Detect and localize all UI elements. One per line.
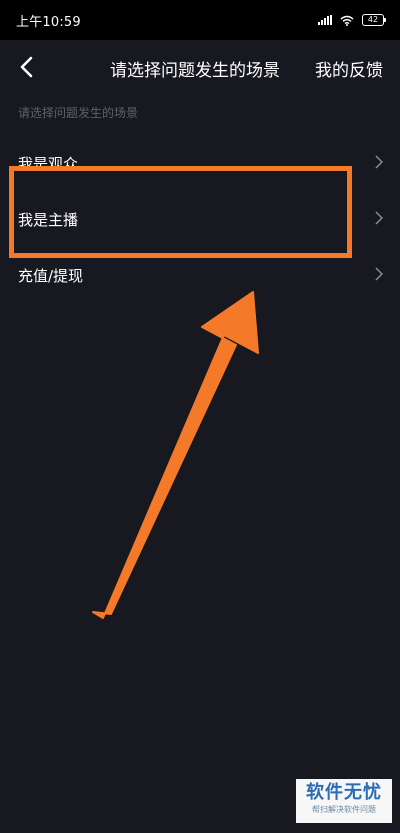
chevron-right-icon [374, 155, 384, 169]
back-button[interactable] [12, 52, 42, 82]
battery-icon: 42 [362, 14, 386, 26]
my-feedback-button[interactable]: 我的反馈 [315, 56, 383, 81]
wifi-icon [340, 15, 354, 26]
watermark-subtitle: 帮扫解决软件问题 [312, 805, 376, 814]
menu-item-audience[interactable]: 我是观众 [0, 135, 400, 191]
menu-item-label: 我是观众 [18, 155, 79, 173]
section-header: 请选择问题发生的场景 [18, 106, 139, 120]
status-icons: 42 [318, 11, 386, 29]
nav-bar: 请选择问题发生的场景 我的反馈 [0, 40, 400, 96]
watermark-title: 软件无忧 [306, 782, 382, 803]
page-title: 请选择问题发生的场景 [110, 61, 280, 81]
menu-item-recharge-withdraw[interactable]: 充值/提现 [0, 247, 400, 303]
menu-item-streamer[interactable]: 我是主播 [0, 191, 400, 247]
menu-item-label: 我是主播 [18, 211, 79, 229]
chevron-right-icon [374, 211, 384, 225]
status-time: 上午10:59 [16, 15, 81, 30]
chevron-right-icon [374, 267, 384, 281]
annotation-arrow [92, 291, 259, 619]
menu-item-label: 充值/提现 [18, 267, 84, 285]
signal-icon [318, 15, 332, 25]
status-bar: 上午10:59 42 [0, 0, 400, 40]
watermark: 软件无忧 帮扫解决软件问题 [296, 779, 392, 823]
scene-menu-list: 我是观众 我是主播 充值/提现 [0, 135, 400, 303]
chevron-left-icon [20, 56, 33, 78]
